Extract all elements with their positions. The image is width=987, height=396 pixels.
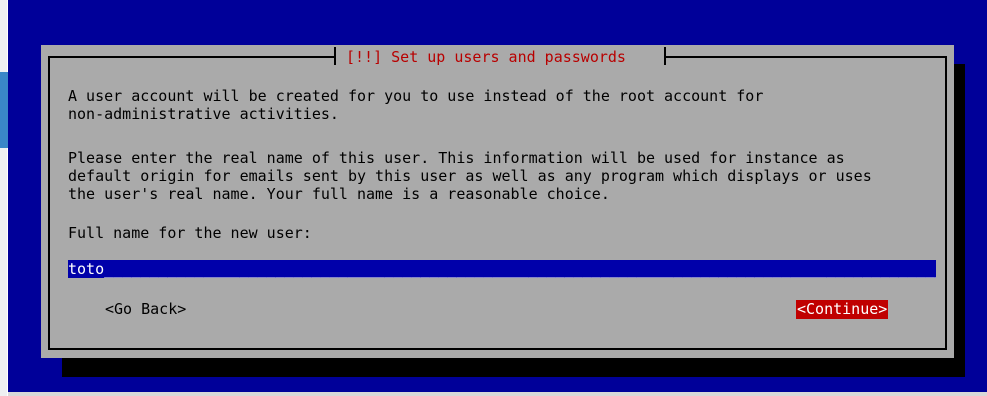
continue-button[interactable]: <Continue> [796, 300, 889, 319]
info-line-3: the user's real name. Your full name is … [68, 185, 610, 203]
title-right-tick [664, 47, 666, 65]
bottom-rule [8, 392, 987, 396]
dialog-border-right [945, 56, 947, 350]
dialog-border-top-left [48, 56, 336, 58]
window-edge-accent [0, 72, 8, 148]
input-fill: ________________________________________… [104, 260, 936, 278]
dialog-border-top-right [666, 56, 947, 58]
full-name-label: Full name for the new user: [68, 224, 312, 242]
full-name-input[interactable]: toto____________________________________… [68, 260, 936, 278]
full-name-value: toto [68, 260, 105, 278]
users-dialog: [!!] Set up users and passwords A user a… [41, 45, 954, 358]
installer-screen: [!!] Set up users and passwords A user a… [0, 0, 987, 396]
dialog-border-left [48, 56, 50, 350]
info-line-2: default origin for emails sent by this u… [68, 167, 872, 185]
intro-line-1: A user account will be created for you t… [68, 87, 764, 105]
dialog-title: [!!] Set up users and passwords [336, 47, 636, 67]
info-line-1: Please enter the real name of this user.… [68, 149, 845, 167]
go-back-button[interactable]: <Go Back> [105, 300, 186, 319]
window-edge [0, 0, 7, 396]
dialog-border-bottom [48, 348, 947, 350]
intro-line-2: non-administrative activities. [68, 105, 339, 123]
